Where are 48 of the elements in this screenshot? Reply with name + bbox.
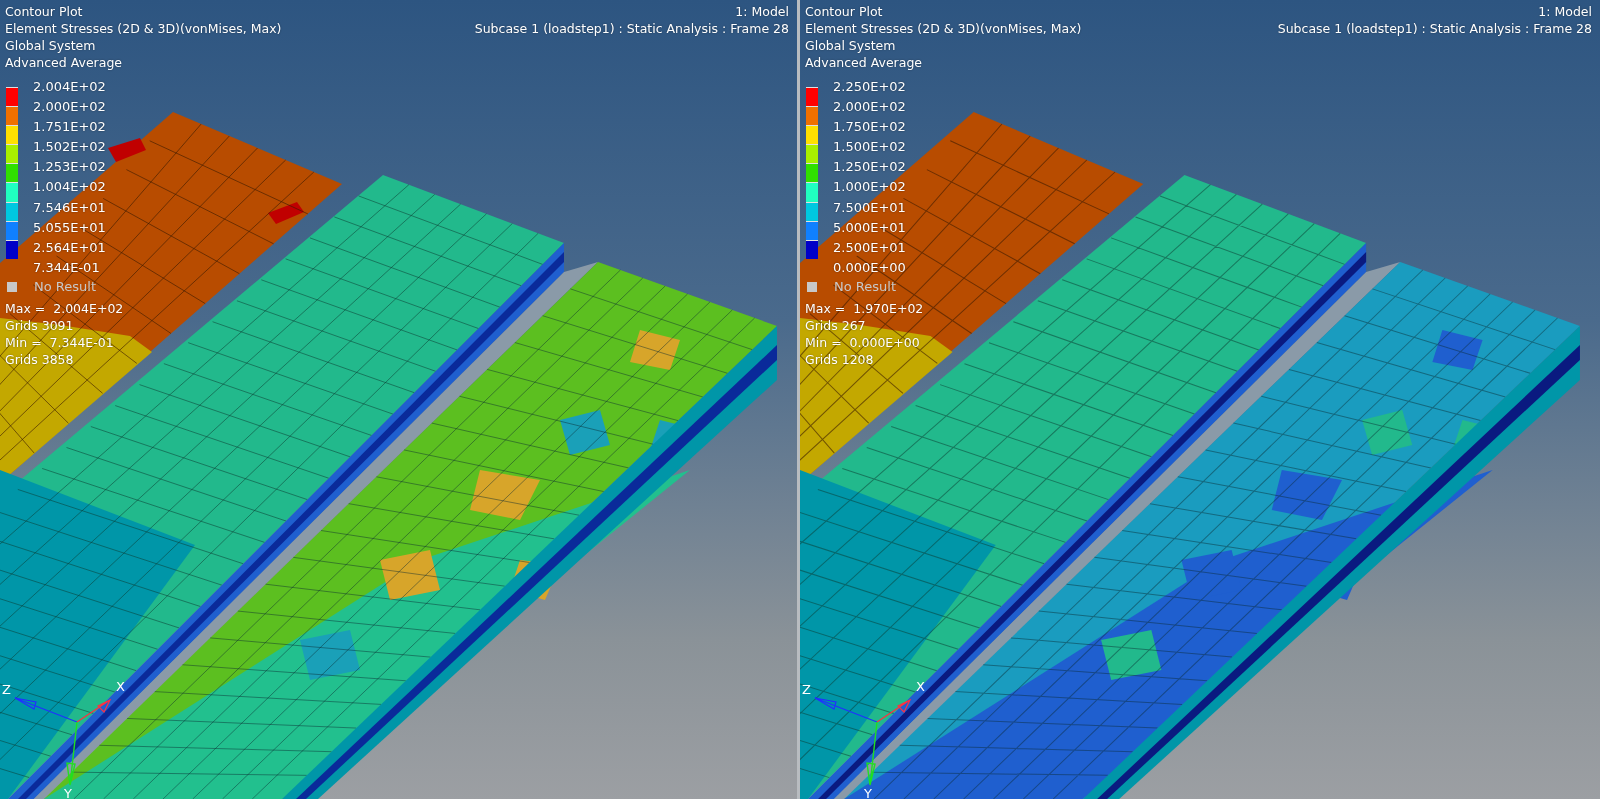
axis-label: Y bbox=[864, 786, 872, 799]
legend-value: 7.500E+01 bbox=[833, 198, 906, 217]
no-result-swatch bbox=[807, 281, 817, 292]
axis-label: Z bbox=[2, 682, 11, 697]
coordinate-system: Global System bbox=[805, 37, 896, 54]
legend-value: 2.000E+02 bbox=[833, 98, 906, 117]
result-statistic: Grids 3091 bbox=[5, 316, 74, 334]
averaging-method: Advanced Average bbox=[805, 54, 923, 71]
legend-value: 2.250E+02 bbox=[833, 78, 906, 96]
legend-value: 2.564E+01 bbox=[33, 238, 106, 257]
legend-value: 1.502E+02 bbox=[33, 138, 106, 157]
result-statistic: Grids 1208 bbox=[805, 350, 874, 368]
subcase-label: Subcase 1 (loadstep1) : Static Analysis : Frame 28 bbox=[1277, 20, 1592, 37]
result-statistic: Max = 2.004E+02 bbox=[5, 299, 124, 317]
no-result-label: No Result bbox=[834, 277, 896, 296]
result-statistic: Min = 7.344E-01 bbox=[5, 333, 114, 351]
result-statistic: Grids 267 bbox=[805, 316, 866, 334]
legend-value: 7.546E+01 bbox=[33, 198, 106, 217]
plot-title: Contour Plot bbox=[5, 3, 83, 20]
axis-label: Z bbox=[802, 682, 811, 697]
legend-value: 1.751E+02 bbox=[33, 118, 106, 137]
result-statistic: Min = 0.000E+00 bbox=[805, 333, 920, 351]
result-type: Element Stresses (2D & 3D)(vonMises, Max) bbox=[5, 20, 282, 37]
legend-value: 2.500E+01 bbox=[833, 238, 906, 257]
model-label: 1: Model bbox=[735, 3, 789, 20]
legend-value: 1.253E+02 bbox=[33, 158, 106, 177]
subcase-label: Subcase 1 (loadstep1) : Static Analysis : Frame 28 bbox=[474, 20, 789, 37]
no-result-swatch bbox=[7, 281, 17, 292]
legend-value: 0.000E+00 bbox=[833, 258, 906, 277]
legend-value: 5.000E+01 bbox=[833, 218, 906, 237]
axis-label: X bbox=[116, 679, 125, 694]
no-result-label: No Result bbox=[34, 277, 96, 296]
legend-value: 1.250E+02 bbox=[833, 158, 906, 177]
result-statistic: Max = 1.970E+02 bbox=[805, 299, 924, 317]
axis-label: X bbox=[916, 679, 925, 694]
model-label: 1: Model bbox=[1538, 3, 1592, 20]
plot-title: Contour Plot bbox=[805, 3, 883, 20]
result-type: Element Stresses (2D & 3D)(vonMises, Max) bbox=[805, 20, 1082, 37]
averaging-method: Advanced Average bbox=[5, 54, 123, 71]
legend-value: 2.004E+02 bbox=[33, 78, 106, 96]
legend-value: 1.750E+02 bbox=[833, 118, 906, 137]
legend-value: 5.055E+01 bbox=[33, 218, 106, 237]
legend-value: 1.500E+02 bbox=[833, 138, 906, 157]
legend-value: 7.344E-01 bbox=[33, 258, 100, 277]
legend-value: 2.000E+02 bbox=[33, 98, 106, 117]
coordinate-system: Global System bbox=[5, 37, 96, 54]
axis-label: Y bbox=[64, 786, 72, 799]
result-statistic: Grids 3858 bbox=[5, 350, 74, 368]
